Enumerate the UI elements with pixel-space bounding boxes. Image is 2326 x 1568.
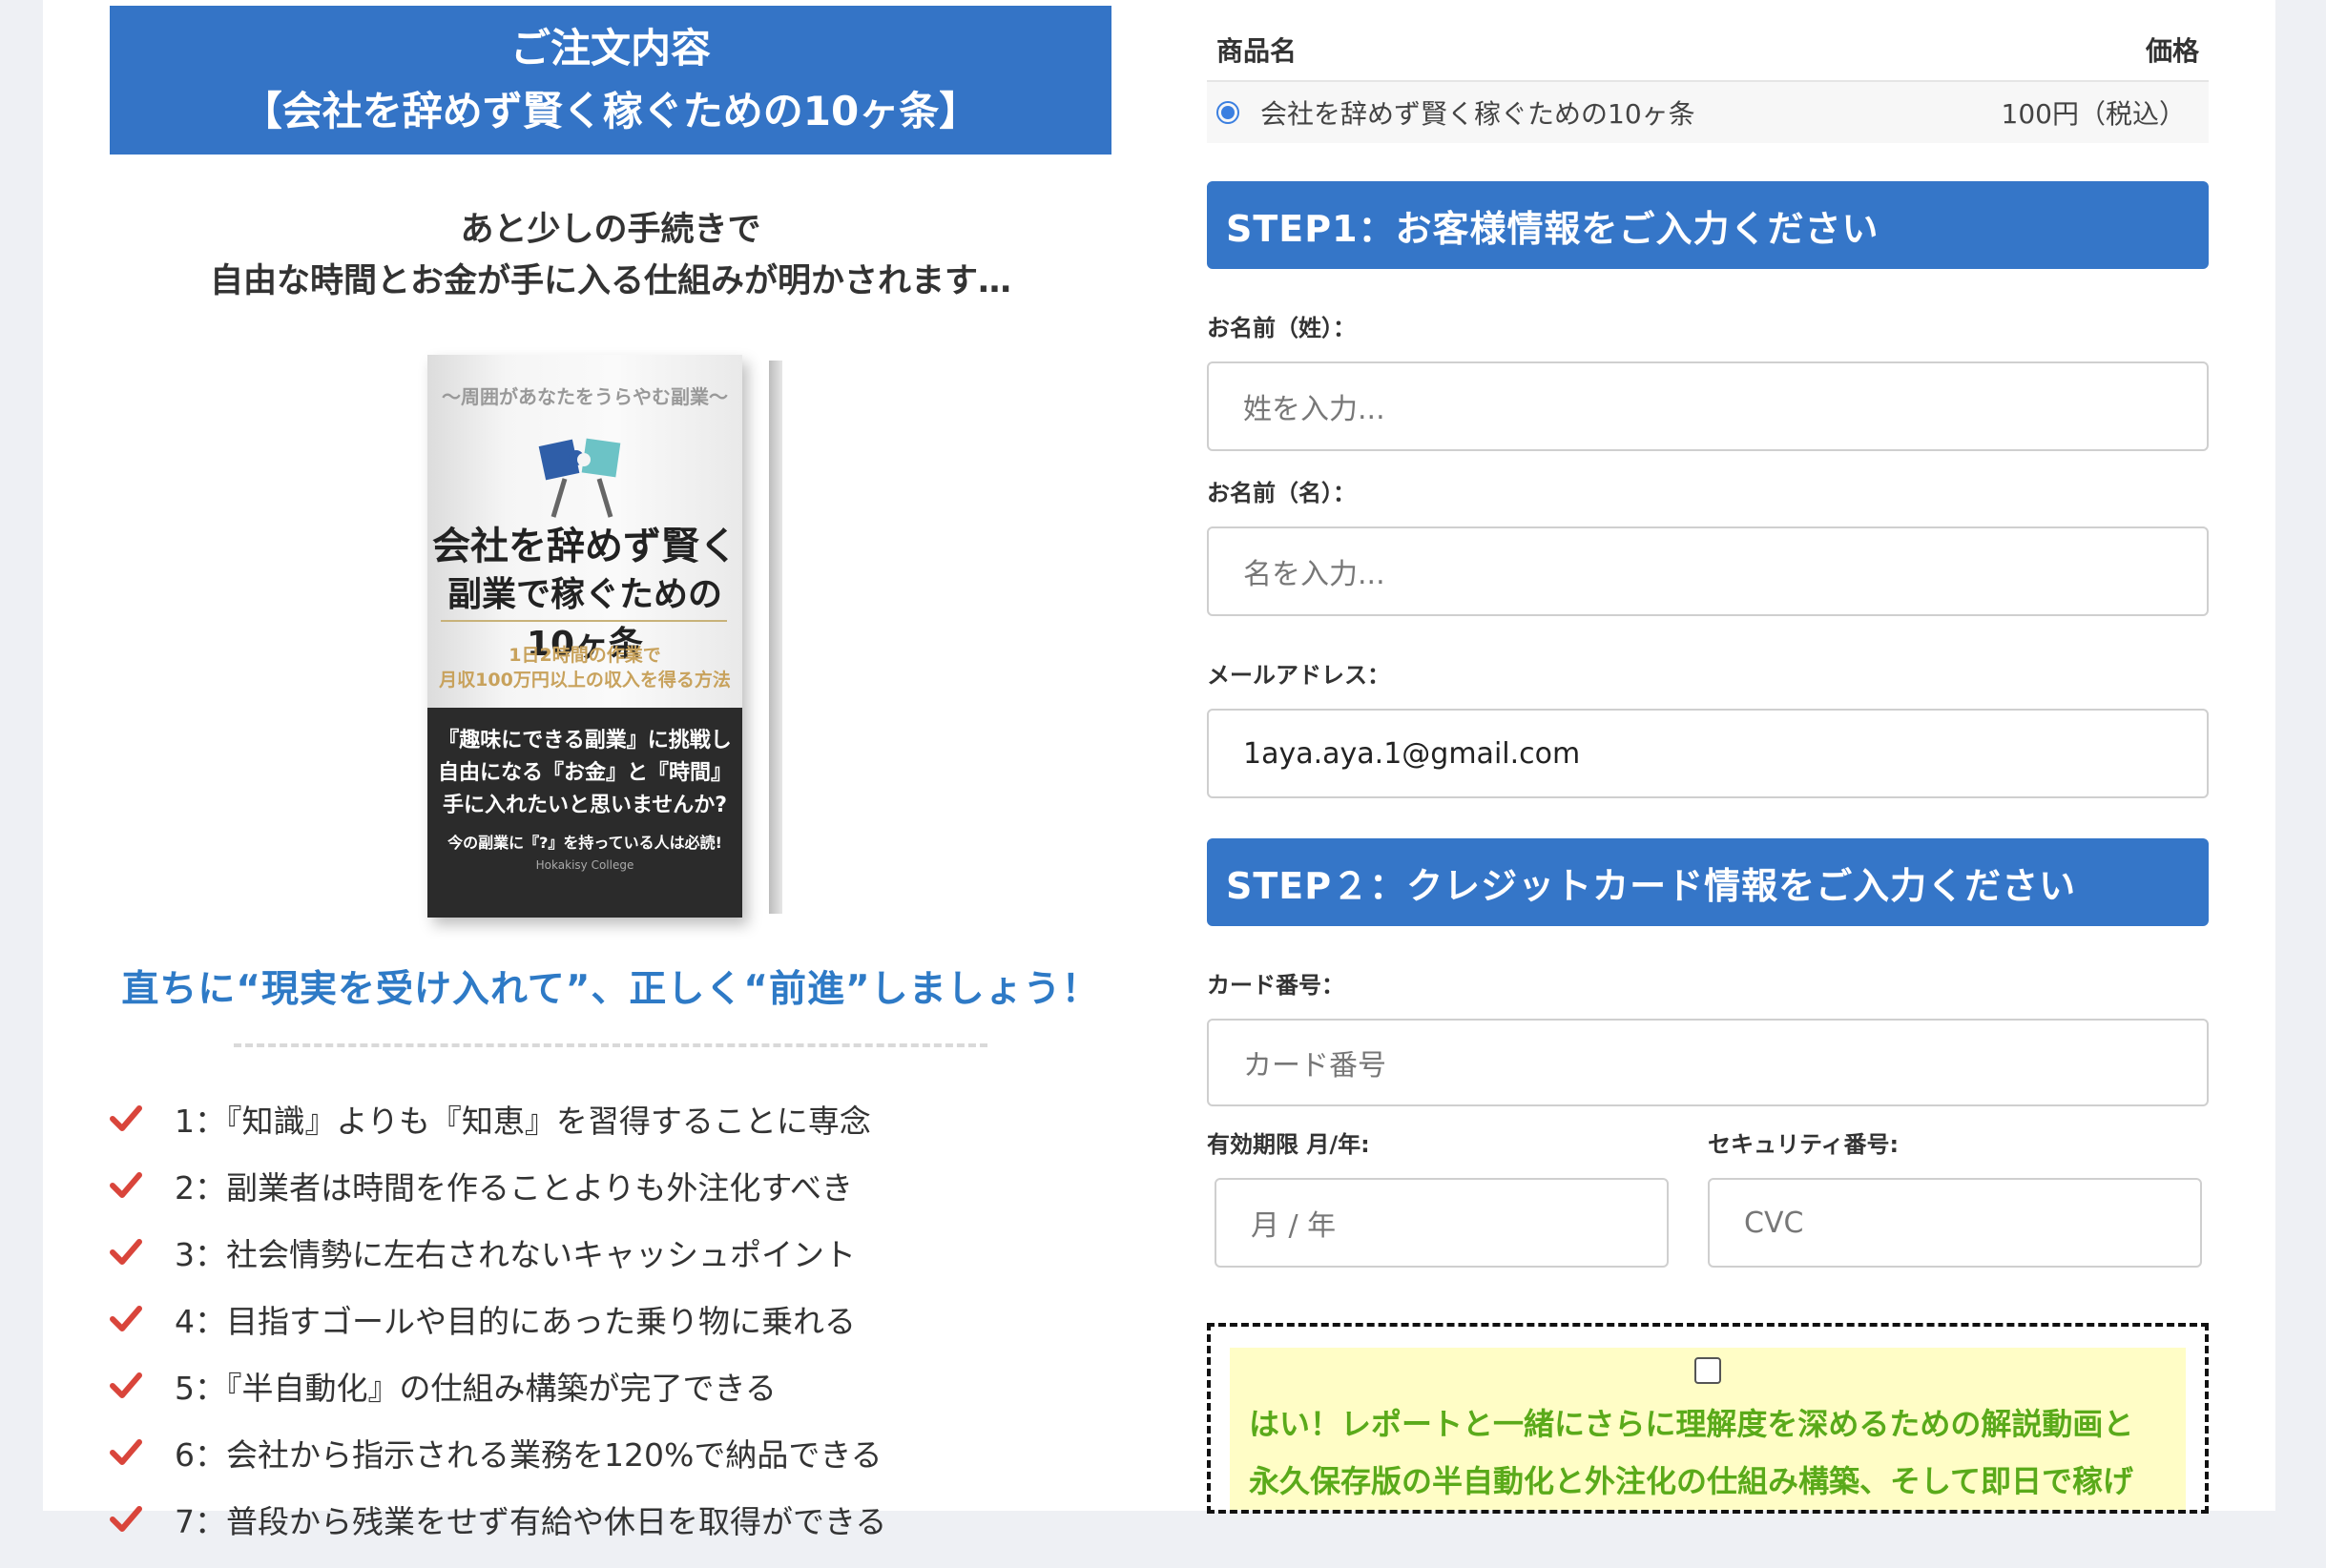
- upsell-checkbox[interactable]: [1694, 1357, 1721, 1384]
- list-item: 1：『知識』よりも『知恵』を習得することに専念: [110, 1085, 1111, 1152]
- list-item: 2：副業者は時間を作ることよりも外注化すべき: [110, 1152, 1111, 1219]
- intro-text: あと少しの手続きで 自由な時間とお金が手に入る仕組みが明かされます…: [110, 204, 1111, 307]
- expiry-input[interactable]: 月 / 年: [1215, 1178, 1669, 1268]
- list-item-text: 7：普段から残業をせず有給や休日を取得ができる: [175, 1503, 887, 1540]
- order-header-product: 【会社を辞めず賢く稼ぐための10ヶ条】: [241, 88, 980, 134]
- card-number-label: カード番号：: [1207, 972, 1344, 999]
- last-name-label: お名前（姓）：: [1207, 315, 1356, 341]
- page: ご注文内容 【会社を辞めず賢く稼ぐための10ヶ条】 あと少しの手続きで 自由な時…: [43, 0, 2275, 1540]
- product-table: 商品名 価格 会社を辞めず賢く稼ぐための10ヶ条 100円（税込）: [1207, 0, 2209, 143]
- book-catch: 〜周囲があなたをうらやむ副業〜: [442, 385, 728, 408]
- check-icon: [110, 1166, 167, 1205]
- email-input[interactable]: 1aya.aya.1@gmail.com: [1207, 709, 2209, 798]
- list-item: 6：会社から指示される業務を120%で納品できる: [110, 1419, 1111, 1486]
- first-name-input[interactable]: 名を入力...: [1207, 526, 2209, 616]
- dashed-divider: [234, 1043, 987, 1047]
- list-item: 5：『半自動化』の仕組み構築が完了できる: [110, 1352, 1111, 1419]
- expiry-label: 有効期限 月/年:: [1207, 1131, 1370, 1158]
- upsell-option-inner: はい！レポートと一緒にさらに理解度を深めるための解説動画と 永久保存版の半自動化…: [1230, 1348, 2186, 1510]
- product-price: 100円（税込）: [2001, 98, 2186, 130]
- upsell-text-line-1: はい！レポートと一緒にさらに理解度を深めるための解説動画と: [1249, 1406, 2134, 1442]
- book-dark-band: 『趣味にできる副業』に挑戦し 自由になる『お金』と『時間』 手に入れたいと思いま…: [427, 708, 742, 918]
- book-cover-image: 〜周囲があなたをうらやむ副業〜 会社を辞めず賢く 副業で稼ぐための10ヶ条 1日…: [427, 355, 782, 927]
- product-row[interactable]: 会社を辞めず賢く稼ぐための10ヶ条 100円（税込）: [1207, 82, 2209, 143]
- list-item-text: 6：会社から指示される業務を120%で納品できる: [175, 1436, 883, 1474]
- email-label: メールアドレス：: [1207, 662, 1390, 689]
- expiry-group: 有効期限 月/年: 月 / 年: [1207, 1125, 1684, 1268]
- book-band-small: 今の副業に『?』を持っている人は必読!: [447, 834, 722, 852]
- list-item-text: 4：目指すゴールや目的にあった乗り物に乗れる: [175, 1303, 856, 1340]
- list-item: 4：目指すゴールや目的にあった乗り物に乗れる: [110, 1286, 1111, 1352]
- product-option[interactable]: 会社を辞めず賢く稼ぐための10ヶ条: [1216, 93, 1695, 132]
- cta-headline: 直ちに“現実を受け入れて”、正しく“前進”しましょう！: [121, 968, 1100, 1011]
- upsell-text: はい！レポートと一緒にさらに理解度を深めるための解説動画と 永久保存版の半自動化…: [1249, 1395, 2167, 1510]
- intro-line-2: 自由な時間とお金が手に入る仕組みが明かされます…: [209, 262, 1011, 300]
- order-header: ご注文内容 【会社を辞めず賢く稼ぐための10ヶ条】: [110, 6, 1111, 155]
- list-item-text: 2：副業者は時間を作ることよりも外注化すべき: [175, 1169, 854, 1207]
- book-band-line-1: 『趣味にできる副業』に挑戦し: [438, 729, 732, 753]
- list-item-text: 1：『知識』よりも『知恵』を習得することに専念: [175, 1103, 871, 1140]
- check-icon: [110, 1500, 167, 1538]
- radio-selected-dot: [1221, 106, 1235, 119]
- order-summary-column: ご注文内容 【会社を辞めず賢く稼ぐための10ヶ条】 あと少しの手続きで 自由な時…: [110, 6, 1111, 1568]
- cvc-label: セキュリティ番号:: [1708, 1131, 1900, 1158]
- check-icon: [110, 1367, 167, 1405]
- col-price: 価格: [2145, 35, 2199, 67]
- book-band-line-3: 手に入れたいと思いませんか?: [442, 794, 728, 817]
- check-icon: [110, 1434, 167, 1472]
- book-brand: Hokakisy College: [535, 858, 634, 872]
- book-divider: [441, 620, 727, 622]
- puzzle-icon: [538, 438, 621, 518]
- check-icon: [110, 1300, 167, 1338]
- product-table-header: 商品名 価格: [1207, 0, 2209, 82]
- book-title-1: 会社を辞めず賢く: [432, 525, 737, 568]
- book-cover: 〜周囲があなたをうらやむ副業〜 会社を辞めず賢く 副業で稼ぐための10ヶ条 1日…: [427, 355, 742, 918]
- upsell-text-line-2: 永久保存版の半自動化と外注化の仕組み構築、そして即日で稼げ: [1249, 1463, 2134, 1499]
- order-header-title: ご注文内容: [509, 25, 711, 72]
- intro-line-1: あと少しの手続きで: [460, 211, 761, 249]
- col-product-name: 商品名: [1216, 35, 1298, 67]
- last-name-input[interactable]: 姓を入力...: [1207, 361, 2209, 451]
- list-item: 7：普段から残業をせず有給や休日を取得ができる: [110, 1486, 1111, 1553]
- expiry-cvc-row: 有効期限 月/年: 月 / 年 セキュリティ番号: CVC: [1207, 1125, 2209, 1268]
- card-number-input[interactable]: カード番号: [1207, 1019, 2209, 1106]
- step2-header: STEP２：クレジットカード情報をご入力ください: [1207, 838, 2209, 926]
- check-icon: [110, 1233, 167, 1271]
- list-item-text: 3：社会情勢に左右されないキャッシュポイント: [175, 1236, 856, 1273]
- benefit-list: 1：『知識』よりも『知恵』を習得することに専念 2：副業者は時間を作ることよりも…: [110, 1085, 1111, 1553]
- cvc-input[interactable]: CVC: [1708, 1178, 2202, 1268]
- book-band-line-2: 自由になる『お金』と『時間』: [437, 761, 732, 785]
- first-name-label: お名前（名）：: [1207, 480, 1356, 506]
- list-item-text: 5：『半自動化』の仕組み構築が完了できる: [175, 1370, 777, 1407]
- product-radio[interactable]: [1216, 101, 1239, 124]
- book-subtitle-2: 月収100万円以上の収入を得る方法: [439, 670, 731, 691]
- upsell-option-box: はい！レポートと一緒にさらに理解度を深めるための解説動画と 永久保存版の半自動化…: [1207, 1323, 2209, 1514]
- cvc-group: セキュリティ番号: CVC: [1708, 1125, 2209, 1268]
- product-name: 会社を辞めず賢く稼ぐための10ヶ条: [1260, 98, 1695, 130]
- book-spine: [769, 361, 782, 914]
- list-item: 3：社会情勢に左右されないキャッシュポイント: [110, 1219, 1111, 1286]
- check-icon: [110, 1100, 167, 1138]
- checkout-form-column: 商品名 価格 会社を辞めず賢く稼ぐための10ヶ条 100円（税込） STEP1：…: [1207, 0, 2209, 1514]
- book-subtitle-1: 1日2時間の作業で: [509, 645, 661, 666]
- step1-header: STEP1：お客様情報をご入力ください: [1207, 181, 2209, 269]
